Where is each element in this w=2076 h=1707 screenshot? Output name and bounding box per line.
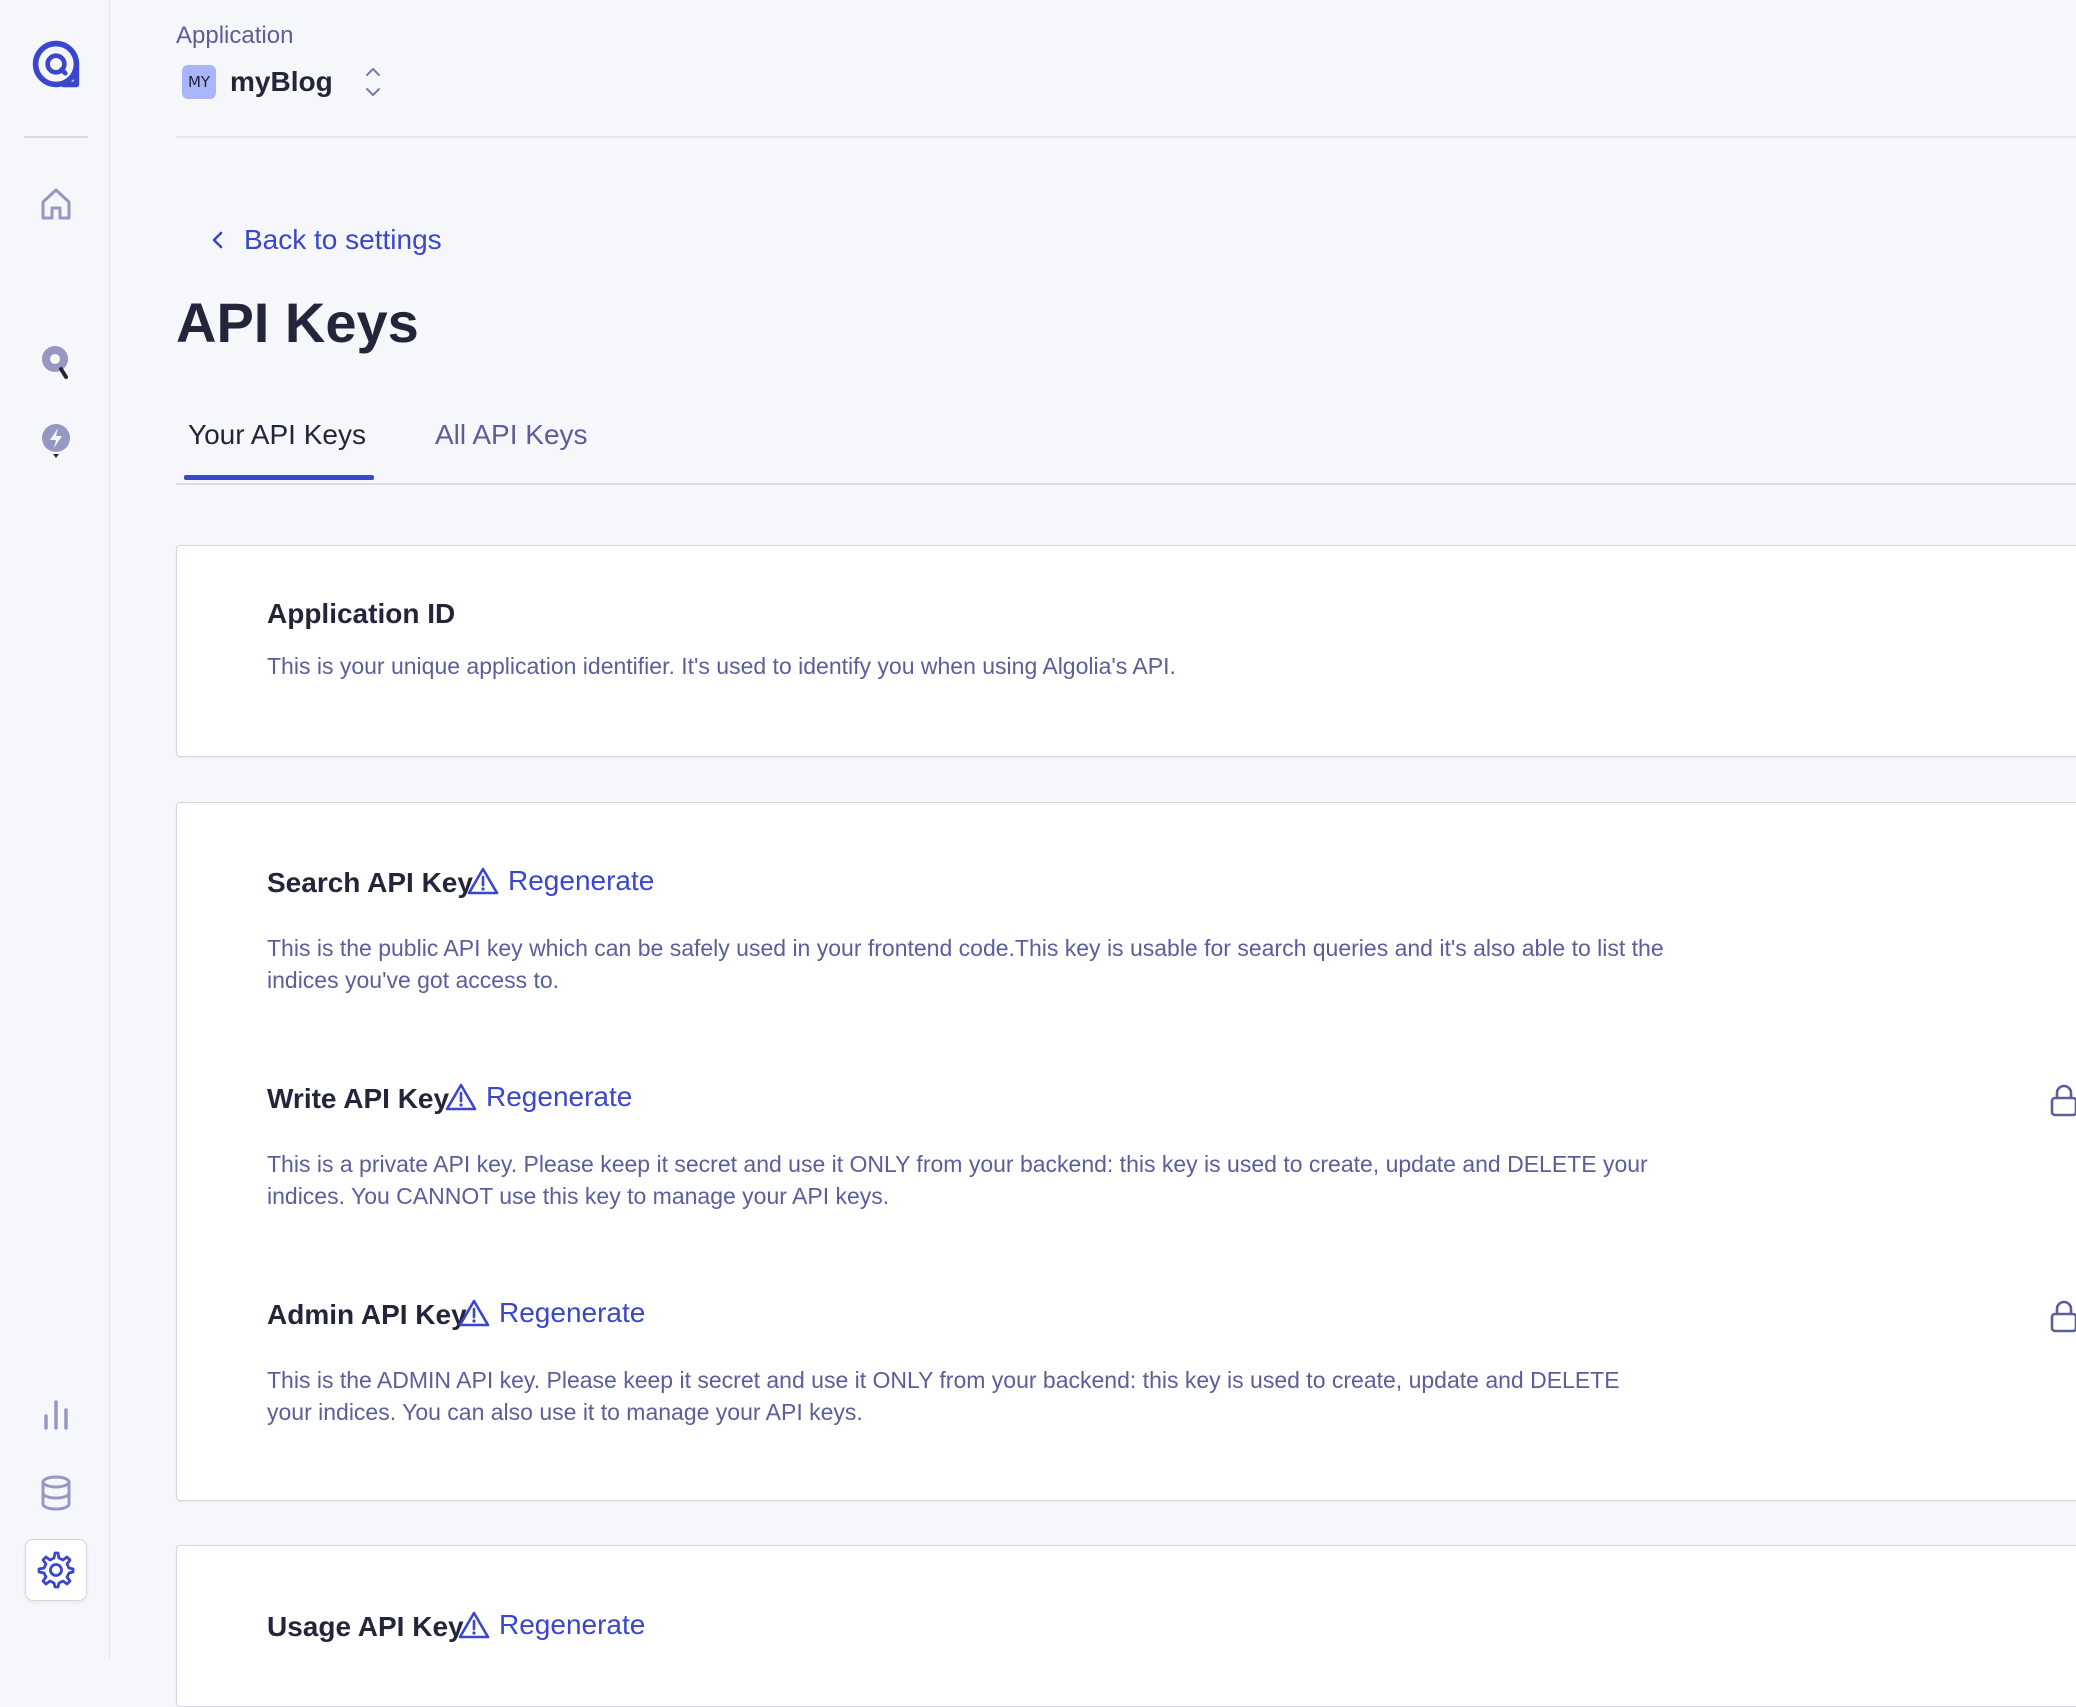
usage-regenerate-button[interactable]: Regenerate bbox=[458, 1609, 645, 1641]
application-row[interactable]: MY myBlog bbox=[176, 64, 383, 100]
search-regenerate-button[interactable]: Regenerate bbox=[467, 865, 654, 897]
bar-chart-icon bbox=[44, 1400, 68, 1430]
regenerate-label: Regenerate bbox=[499, 1297, 646, 1328]
app-avatar: MY bbox=[182, 65, 216, 99]
algolia-logo-icon[interactable] bbox=[28, 36, 84, 92]
regenerate-label: Regenerate bbox=[486, 1081, 633, 1112]
application-id-description: This is your unique application identifi… bbox=[267, 653, 1176, 679]
page-title: API Keys bbox=[176, 291, 419, 354]
regenerate-label: Regenerate bbox=[508, 865, 655, 896]
admin-api-key-title: Admin API Key bbox=[267, 1299, 467, 1330]
app-name: myBlog bbox=[230, 66, 333, 97]
tab-your-api-keys[interactable]: Your API Keys bbox=[182, 419, 372, 451]
sidebar-item-home[interactable] bbox=[25, 173, 87, 235]
chevron-left-icon bbox=[212, 231, 223, 249]
back-to-settings-link[interactable]: Back to settings bbox=[206, 224, 442, 256]
write-regenerate-button[interactable]: Regenerate bbox=[445, 1081, 632, 1113]
tab-all-api-keys[interactable]: All API Keys bbox=[429, 419, 594, 451]
warning-icon bbox=[467, 867, 499, 895]
sidebar bbox=[0, 0, 110, 1659]
database-icon bbox=[41, 1475, 71, 1511]
warning-icon bbox=[458, 1611, 490, 1639]
admin-regenerate-button[interactable]: Regenerate bbox=[458, 1297, 645, 1329]
sidebar-item-recommend[interactable] bbox=[25, 410, 87, 472]
home-icon bbox=[41, 188, 71, 220]
sidebar-item-search[interactable] bbox=[25, 331, 87, 393]
chevron-up-down-icon[interactable] bbox=[363, 64, 383, 100]
usage-api-key-title: Usage API Key bbox=[267, 1611, 464, 1642]
gear-icon bbox=[37, 1551, 75, 1589]
sidebar-item-settings[interactable] bbox=[25, 1539, 87, 1601]
sidebar-item-data-sources[interactable] bbox=[25, 1462, 87, 1524]
search-api-key-description: This is the public API key which can be … bbox=[267, 935, 1664, 993]
bolt-pin-icon bbox=[42, 424, 70, 458]
back-link-label: Back to settings bbox=[244, 224, 442, 255]
sidebar-item-analytics[interactable] bbox=[25, 1383, 87, 1445]
active-tab-indicator bbox=[184, 475, 374, 480]
search-api-key-title: Search API Key bbox=[267, 867, 473, 898]
admin-api-key-description: This is the ADMIN API key. Please keep i… bbox=[267, 1367, 1620, 1425]
application-id-title: Application ID bbox=[267, 598, 456, 629]
main-content: Application MY myBlog Back to settings A… bbox=[110, 0, 2076, 1707]
application-selector[interactable]: Application MY myBlog bbox=[176, 22, 383, 100]
write-api-key-description: This is a private API key. Please keep i… bbox=[267, 1151, 1648, 1209]
lock-icon[interactable] bbox=[2048, 1298, 2076, 1334]
write-api-key-title: Write API Key bbox=[267, 1083, 450, 1114]
regenerate-label: Regenerate bbox=[499, 1609, 646, 1640]
search-pin-icon bbox=[42, 346, 68, 379]
header-divider bbox=[176, 136, 2076, 138]
tab-bar: Your API Keys All API Keys bbox=[176, 405, 2076, 485]
warning-icon bbox=[445, 1083, 477, 1111]
lock-icon[interactable] bbox=[2048, 1082, 2076, 1118]
sidebar-divider bbox=[24, 136, 88, 138]
application-label: Application bbox=[176, 22, 294, 49]
warning-icon bbox=[458, 1299, 490, 1327]
